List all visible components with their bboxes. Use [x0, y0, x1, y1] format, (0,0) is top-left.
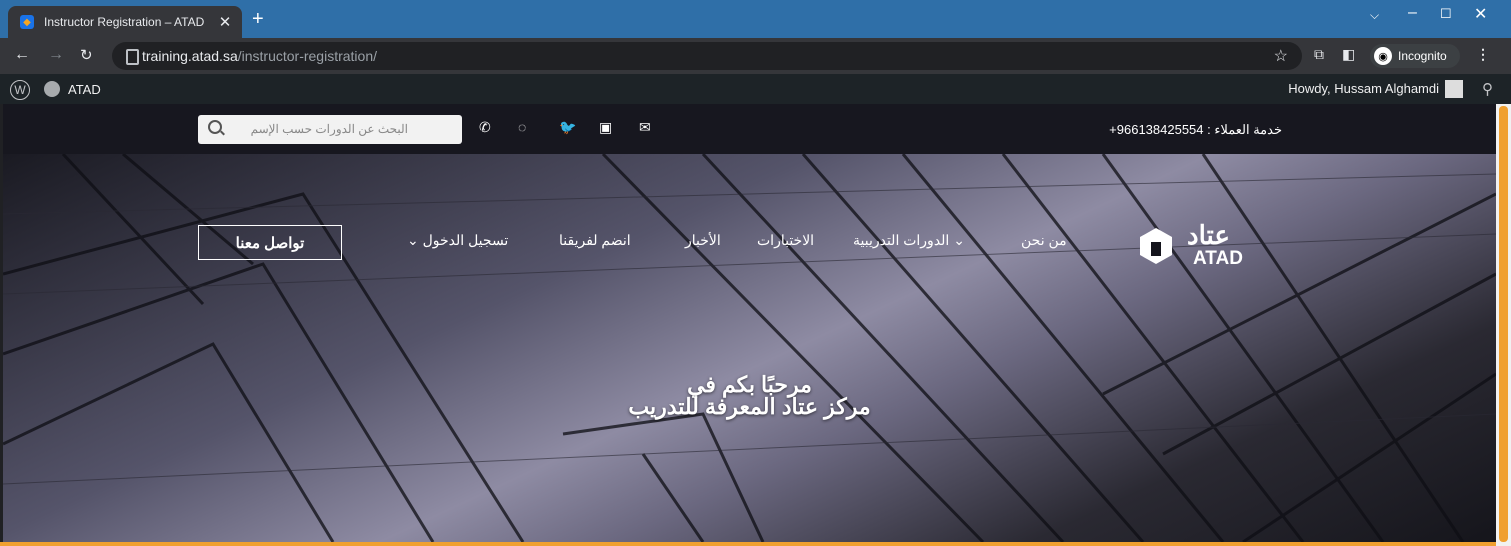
- scrollbar-thumb[interactable]: [1499, 106, 1508, 542]
- url-path: /instructor-registration/: [237, 48, 378, 64]
- new-tab-icon[interactable]: +: [252, 8, 264, 31]
- forward-icon[interactable]: →: [48, 46, 64, 64]
- wp-admin-bar: W ATAD Howdy, Hussam Alghamdi ⚲: [0, 74, 1511, 104]
- hero-line-1: مرحبًا بكم في: [687, 372, 812, 397]
- wordpress-logo-icon[interactable]: W: [10, 80, 30, 100]
- side-panel-icon[interactable]: ◧: [1342, 46, 1355, 63]
- site-favicon-icon: ◆: [20, 15, 34, 29]
- nav-item-join[interactable]: انضم لفريقنا: [559, 232, 631, 249]
- hero-banner: تواصل معنا ⌄ تسجيل الدخول انضم لفريقنا ا…: [3, 154, 1496, 542]
- course-search-input[interactable]: البحث عن الدورات حسب الإسم: [198, 115, 462, 144]
- wp-search-icon[interactable]: ⚲: [1482, 80, 1493, 98]
- site-topbar: البحث عن الدورات حسب الإسم ✆ ◌ 🐦 ▣ ✉ خدم…: [3, 104, 1496, 154]
- tab-search-chevron-icon[interactable]: ⌵: [1370, 8, 1379, 23]
- back-icon[interactable]: ←: [14, 46, 30, 64]
- logo-arabic: عتاد: [1187, 220, 1230, 250]
- search-icon[interactable]: [208, 120, 222, 134]
- incognito-label: Incognito: [1398, 49, 1447, 63]
- hero-line-2: مركز عتاد المعرفة للتدريب: [628, 394, 871, 419]
- nav-item-exams[interactable]: الاختبارات: [757, 232, 814, 249]
- wp-site-link[interactable]: ATAD: [44, 81, 101, 97]
- avatar[interactable]: [1445, 80, 1463, 98]
- browser-tab[interactable]: ◆ Instructor Registration – ATAD ✕: [8, 6, 242, 38]
- contact-us-button[interactable]: تواصل معنا: [198, 225, 342, 260]
- menu-icon[interactable]: ⋮: [1476, 46, 1490, 63]
- url-text: training.atad.sa/instructor-registration…: [142, 48, 377, 64]
- nav-item-about[interactable]: من نحن: [1021, 232, 1067, 249]
- cast-icon[interactable]: ⧉: [1314, 46, 1324, 63]
- wp-howdy-user[interactable]: Howdy, Hussam Alghamdi: [1288, 81, 1439, 96]
- maximize-icon[interactable]: ☐: [1440, 6, 1452, 22]
- phone-icon[interactable]: ✆: [479, 119, 491, 136]
- browser-toolbar: ← → ↻ training.atad.sa/instructor-regist…: [0, 38, 1511, 74]
- website-viewport: البحث عن الدورات حسب الإسم ✆ ◌ 🐦 ▣ ✉ خدم…: [3, 104, 1496, 542]
- email-icon[interactable]: ✉: [639, 119, 651, 136]
- address-bar[interactable]: training.atad.sa/instructor-registration…: [112, 42, 1302, 70]
- url-domain: training.atad.sa: [142, 48, 238, 64]
- nav-login-label: تسجيل الدخول: [422, 232, 509, 248]
- close-tab-icon[interactable]: ✕: [214, 13, 236, 31]
- bookmark-star-icon[interactable]: ☆: [1274, 46, 1288, 66]
- instagram-icon[interactable]: ▣: [599, 119, 612, 136]
- building-background-graphic: [3, 154, 1496, 542]
- nav-courses-label: الدورات التدريبية: [853, 232, 950, 248]
- reload-icon[interactable]: ↻: [80, 46, 93, 64]
- search-placeholder: البحث عن الدورات حسب الإسم: [250, 122, 408, 136]
- dashboard-icon: [44, 81, 60, 97]
- nav-item-courses[interactable]: الدورات التدريبية ⌄: [853, 232, 965, 249]
- atad-logo-mark-icon: [1140, 228, 1172, 264]
- nav-item-login[interactable]: ⌄ تسجيل الدخول: [407, 232, 508, 249]
- twitter-icon[interactable]: 🐦: [559, 119, 576, 136]
- scrollbar[interactable]: [1496, 104, 1511, 546]
- hero-headline: مرحبًا بكم في مركز عتاد المعرفة للتدريب: [3, 374, 1496, 418]
- customer-service-phone: خدمة العملاء : 966138425554+: [1109, 122, 1282, 137]
- whatsapp-icon[interactable]: ◌: [518, 119, 526, 135]
- minimize-icon[interactable]: –: [1408, 4, 1417, 22]
- wp-site-name: ATAD: [68, 81, 101, 97]
- accent-divider: [0, 542, 1496, 546]
- lock-icon: [126, 49, 139, 65]
- atad-logo[interactable]: عتاد ATAD: [1137, 220, 1267, 270]
- browser-tab-strip: ◆ Instructor Registration – ATAD ✕ + ⌵ –…: [0, 0, 1511, 38]
- incognito-badge[interactable]: ◉ Incognito: [1370, 44, 1460, 68]
- incognito-icon: ◉: [1374, 47, 1392, 65]
- tab-title: Instructor Registration – ATAD: [44, 15, 205, 29]
- window-close-icon[interactable]: ✕: [1474, 4, 1487, 24]
- logo-english: ATAD: [1193, 248, 1243, 269]
- nav-item-news[interactable]: الأخبار: [685, 232, 721, 249]
